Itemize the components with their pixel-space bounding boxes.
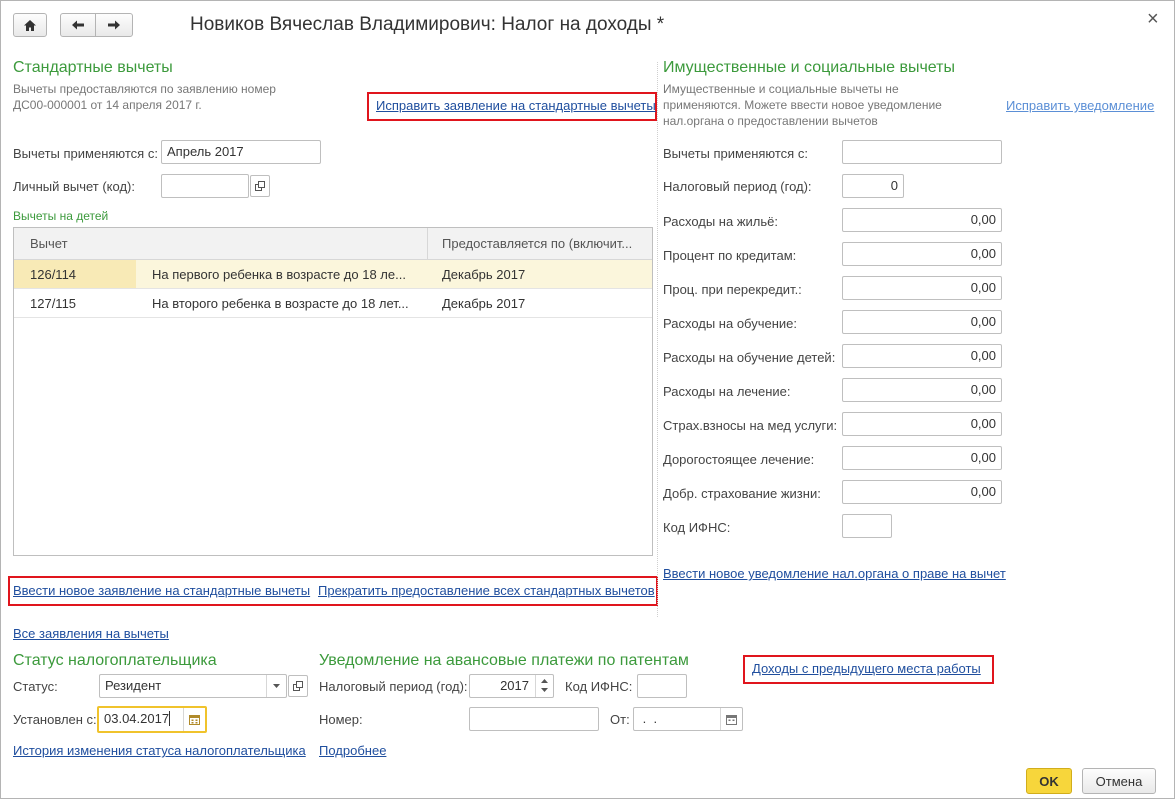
children-education-field[interactable]: 0,00	[842, 344, 1002, 368]
patent-number-label: Номер:	[319, 712, 363, 727]
patent-period-value: 2017	[500, 678, 529, 693]
personal-deduction-field[interactable]	[161, 174, 249, 198]
loan-interest-field[interactable]: 0,00	[842, 242, 1002, 266]
year-stepper[interactable]	[535, 675, 553, 697]
more-details-link[interactable]: Подробнее	[319, 743, 386, 758]
standard-deductions-title: Стандартные вычеты	[13, 59, 173, 76]
housing-expenses-label: Расходы на жильё:	[663, 214, 778, 229]
children-deductions-title: Вычеты на детей	[13, 209, 109, 223]
status-label: Статус:	[13, 679, 58, 694]
patent-ifns-field[interactable]	[637, 674, 687, 698]
calendar-icon[interactable]	[183, 708, 205, 731]
established-since-label: Установлен с:	[13, 712, 97, 727]
cancel-button[interactable]: Отмена	[1082, 768, 1156, 794]
expensive-treatment-label: Дорогостоящее лечение:	[663, 452, 815, 467]
open-status-button[interactable]	[288, 675, 308, 697]
stepper-up-icon[interactable]	[541, 679, 548, 683]
property-period-label: Налоговый период (год):	[663, 179, 812, 194]
column-header-until[interactable]: Предоставляется по (включит...	[442, 236, 632, 251]
stepper-down-icon[interactable]	[541, 688, 548, 692]
text-cursor	[169, 711, 170, 726]
housing-expenses-field[interactable]: 0,00	[842, 208, 1002, 232]
stop-all-standard-deductions-link[interactable]: Прекратить предоставление всех стандартн…	[318, 583, 655, 598]
loan-interest-label: Процент по кредитам:	[663, 248, 797, 263]
status-value: Резидент	[105, 678, 162, 693]
applied-from-label: Вычеты применяются с:	[13, 146, 158, 161]
previous-employer-income-link[interactable]: Доходы с предыдущего места работы	[752, 661, 981, 676]
education-expenses-field[interactable]: 0,00	[842, 310, 1002, 334]
patent-from-label: От:	[610, 712, 630, 727]
arrow-left-icon	[72, 20, 84, 30]
patent-from-value: . .	[639, 711, 658, 726]
property-note-line1: Имущественные и социальные вычеты не	[663, 82, 899, 96]
dropdown-arrow-icon[interactable]	[266, 675, 286, 697]
education-expenses-label: Расходы на обучение:	[663, 316, 798, 331]
children-deductions-table: Вычет Предоставляется по (включит... 126…	[13, 227, 653, 556]
section-divider	[657, 62, 658, 617]
property-applied-field[interactable]	[842, 140, 1002, 164]
taxpayer-status-title: Статус налогоплательщика	[13, 652, 217, 669]
refinance-interest-field[interactable]: 0,00	[842, 276, 1002, 300]
row-code: 127/115	[30, 296, 77, 311]
property-note-line2: применяются. Можете ввести новое уведомл…	[663, 98, 942, 112]
open-window-icon	[293, 681, 303, 691]
window-title: Новиков Вячеслав Владимирович: Налог на …	[190, 14, 665, 35]
medical-expenses-label: Расходы на лечение:	[663, 384, 791, 399]
home-button[interactable]	[13, 13, 47, 37]
open-form-button[interactable]	[250, 175, 270, 197]
all-applications-link[interactable]: Все заявления на вычеты	[13, 626, 169, 641]
row-until: Декабрь 2017	[442, 296, 526, 311]
applied-from-field[interactable]: Апрель 2017	[161, 140, 321, 164]
patent-period-label: Налоговый период (год):	[319, 679, 468, 694]
home-icon	[24, 19, 36, 31]
row-description: На второго ребенка в возрасте до 18 лет.…	[152, 296, 409, 311]
forward-button[interactable]	[95, 13, 133, 37]
patent-number-field[interactable]	[469, 707, 599, 731]
property-ifns-label: Код ИФНС:	[663, 520, 731, 535]
new-tax-notice-link[interactable]: Ввести новое уведомление нал.органа о пр…	[663, 566, 1006, 581]
new-standard-application-link[interactable]: Ввести новое заявление на стандартные вы…	[13, 583, 310, 598]
established-since-value: 03.04.2017	[104, 711, 170, 726]
table-header: Вычет Предоставляется по (включит...	[14, 228, 652, 260]
arrow-right-icon	[108, 20, 120, 30]
column-header-deduction[interactable]: Вычет	[30, 236, 68, 251]
established-since-field[interactable]: 03.04.2017	[97, 706, 207, 733]
back-button[interactable]	[60, 13, 96, 37]
patent-period-field[interactable]: 2017	[469, 674, 554, 698]
property-period-field[interactable]: 0	[842, 174, 904, 198]
column-divider	[427, 228, 428, 260]
close-icon[interactable]: ×	[1147, 8, 1159, 31]
patent-ifns-label: Код ИФНС:	[565, 679, 633, 694]
children-education-label: Расходы на обучение детей:	[663, 350, 836, 365]
edit-notice-link[interactable]: Исправить уведомление	[1006, 98, 1154, 113]
medical-expenses-field[interactable]: 0,00	[842, 378, 1002, 402]
personal-deduction-label: Личный вычет (код):	[13, 179, 135, 194]
standard-note-line1: Вычеты предоставляются по заявлению номе…	[13, 82, 276, 96]
status-history-link[interactable]: История изменения статуса налогоплательщ…	[13, 743, 306, 758]
status-select[interactable]: Резидент	[99, 674, 287, 698]
row-code: 126/114	[30, 267, 77, 282]
table-row[interactable]: 127/115 На второго ребенка в возрасте до…	[14, 289, 652, 318]
refinance-interest-label: Проц. при перекредит.:	[663, 282, 802, 297]
edit-standard-application-link[interactable]: Исправить заявление на стандартные вычет…	[376, 98, 656, 113]
standard-note-line2: ДС00-000001 от 14 апреля 2017 г.	[13, 98, 202, 112]
property-note-line3: нал.органа о предоставлении вычетов	[663, 114, 878, 128]
row-description: На первого ребенка в возрасте до 18 ле..…	[152, 267, 406, 282]
life-insurance-field[interactable]: 0,00	[842, 480, 1002, 504]
row-until: Декабрь 2017	[442, 267, 526, 282]
medical-insurance-field[interactable]: 0,00	[842, 412, 1002, 436]
table-row[interactable]: 126/114 На первого ребенка в возрасте до…	[14, 260, 652, 289]
patent-from-field[interactable]: . .	[633, 707, 743, 731]
medical-insurance-label: Страх.взносы на мед услуги:	[663, 418, 838, 433]
open-window-icon	[255, 181, 265, 191]
patent-notice-title: Уведомление на авансовые платежи по пате…	[319, 652, 689, 669]
property-deductions-title: Имущественные и социальные вычеты	[663, 59, 955, 76]
ok-button[interactable]: OK	[1026, 768, 1072, 794]
property-ifns-field[interactable]	[842, 514, 892, 538]
life-insurance-label: Добр. страхование жизни:	[663, 486, 821, 501]
expensive-treatment-field[interactable]: 0,00	[842, 446, 1002, 470]
property-applied-label: Вычеты применяются с:	[663, 146, 808, 161]
calendar-icon[interactable]	[720, 708, 742, 730]
